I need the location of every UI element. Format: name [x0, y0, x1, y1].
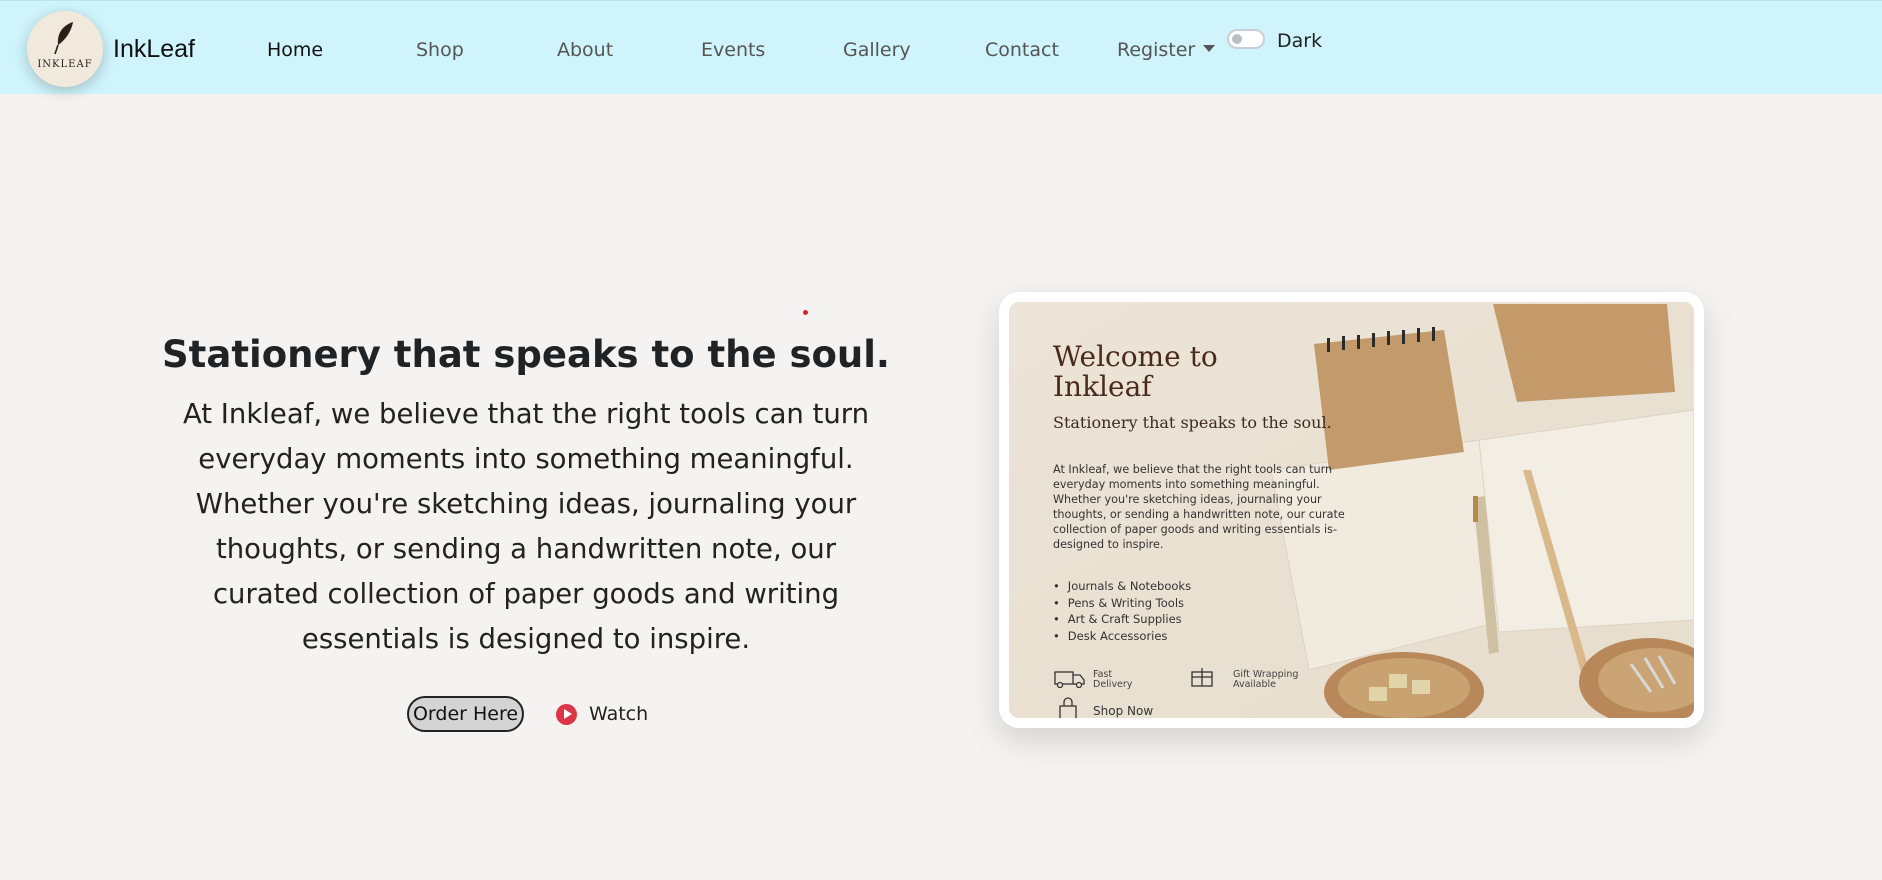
hero-image-card: Welcome to Inkleaf Stationery that speak… — [999, 292, 1704, 728]
poster-list-item: Journals & Notebooks — [1053, 578, 1303, 595]
poster-image: Welcome to Inkleaf Stationery that speak… — [1009, 302, 1694, 718]
poster-shop-now: Shop Now — [1093, 704, 1154, 718]
logo[interactable]: INKLEAF — [27, 11, 103, 87]
poster-body: At Inkleaf, we believe that the right to… — [1053, 463, 1345, 551]
order-here-button[interactable]: Order Here — [407, 696, 524, 732]
dark-mode-label: Dark — [1277, 30, 1323, 52]
watch-label: Watch — [589, 703, 649, 725]
nav-register-label: Register — [1117, 39, 1196, 61]
nav-contact[interactable]: Contact — [985, 39, 1059, 61]
decorative-dot — [803, 310, 808, 315]
feature-gift: Gift Wrapping Available — [1233, 669, 1299, 690]
nav-home[interactable]: Home — [267, 39, 323, 61]
dark-mode-toggle[interactable] — [1227, 29, 1265, 49]
nav-about[interactable]: About — [557, 39, 613, 61]
nav-register-dropdown[interactable]: Register — [1117, 39, 1216, 61]
hero-title: Stationery that speaks to the soul. — [162, 333, 890, 376]
hero-description: At Inkleaf, we believe that the right to… — [182, 398, 870, 655]
nav-shop[interactable]: Shop — [416, 39, 464, 61]
poster-list-item: Desk Accessories — [1053, 628, 1303, 645]
feature-delivery: Fast Delivery — [1093, 669, 1133, 690]
play-icon — [556, 704, 577, 725]
poster-title: Welcome to Inkleaf — [1053, 340, 1218, 403]
toggle-knob — [1232, 34, 1242, 44]
chevron-down-icon — [1203, 45, 1216, 52]
navbar: INKLEAF InkLeaf Home Shop About Events G… — [0, 0, 1882, 94]
logo-text: INKLEAF — [37, 59, 93, 70]
poster-list-item: Art & Craft Supplies — [1053, 611, 1303, 628]
poster-list: Journals & Notebooks Pens & Writing Tool… — [1053, 578, 1303, 644]
nav-gallery[interactable]: Gallery — [843, 39, 911, 61]
poster-list-item: Pens & Writing Tools — [1053, 595, 1303, 612]
poster-subtitle: Stationery that speaks to the soul. — [1053, 413, 1332, 432]
nav-events[interactable]: Events — [701, 39, 765, 61]
brand-name[interactable]: InkLeaf — [113, 35, 195, 64]
feather-logo-icon — [54, 22, 73, 55]
